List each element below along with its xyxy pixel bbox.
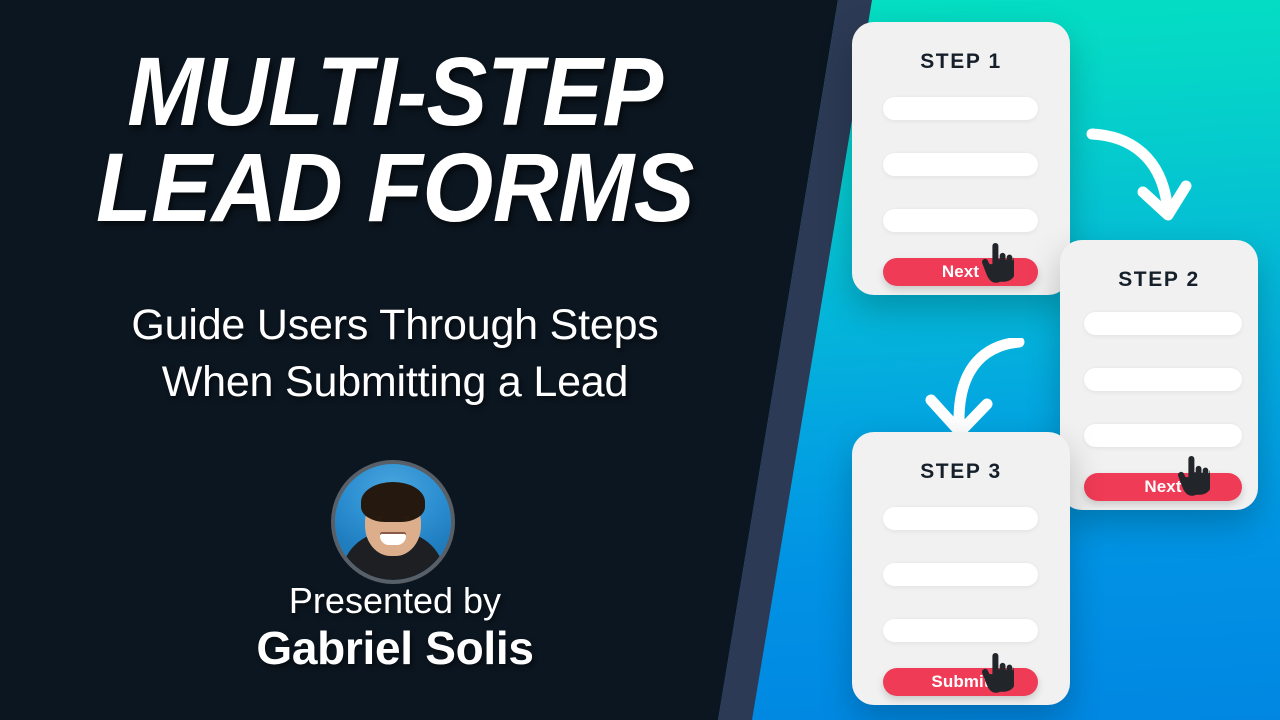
avatar-smile [380, 534, 406, 545]
avatar-hair [361, 482, 425, 522]
step-card-1-field-1[interactable] [883, 97, 1038, 120]
page-subtitle: Guide Users Through Steps When Submittin… [0, 297, 790, 411]
step-card-3-field-2[interactable] [883, 563, 1038, 586]
step-card-2-field-1[interactable] [1084, 312, 1242, 335]
subtitle-line-2: When Submitting a Lead [161, 358, 629, 407]
step-card-3: STEP 3 Submit [852, 432, 1070, 705]
step-card-2-next-button[interactable]: Next [1084, 473, 1242, 501]
step-card-1-field-3[interactable] [883, 209, 1038, 232]
step-card-3-submit-button[interactable]: Submit [883, 668, 1038, 696]
slide-canvas: MULTI-STEP LEAD FORMS Guide Users Throug… [0, 0, 1280, 720]
step-card-2-field-3[interactable] [1084, 424, 1242, 447]
avatar [331, 460, 455, 584]
step-card-3-title: STEP 3 [920, 460, 1002, 483]
step-card-2-title: STEP 2 [1118, 268, 1200, 291]
step-card-3-field-3[interactable] [883, 619, 1038, 642]
page-title: MULTI-STEP LEAD FORMS [0, 37, 790, 243]
step-card-1: STEP 1 Next [852, 22, 1070, 295]
step-card-2-field-2[interactable] [1084, 368, 1242, 391]
avatar-photo [335, 464, 451, 580]
presenter-name: Gabriel Solis [256, 621, 534, 674]
step-card-1-title: STEP 1 [920, 50, 1002, 73]
title-line-2: LEAD FORMS [95, 133, 695, 243]
presenter-credit: Presented by Gabriel Solis [0, 580, 790, 675]
presented-by-label: Presented by [288, 580, 502, 621]
avatar-eye-right [403, 516, 410, 520]
step-card-1-field-2[interactable] [883, 153, 1038, 176]
step-card-2: STEP 2 Next [1060, 240, 1258, 510]
step-card-1-next-button[interactable]: Next [883, 258, 1038, 286]
left-content-column: MULTI-STEP LEAD FORMS Guide Users Throug… [0, 0, 790, 720]
subtitle-line-1: Guide Users Through Steps [131, 301, 659, 349]
step-card-3-field-1[interactable] [883, 507, 1038, 530]
title-line-1: MULTI-STEP [127, 37, 663, 146]
avatar-eye-left [376, 516, 383, 520]
